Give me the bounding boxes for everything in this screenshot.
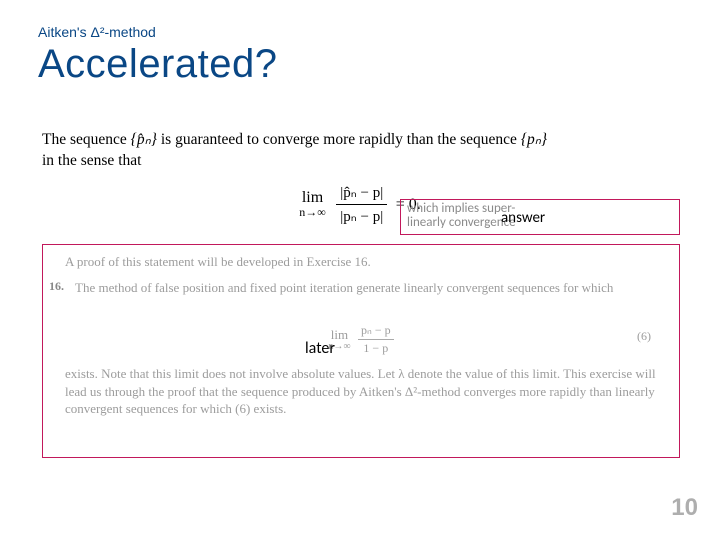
page-number: 10 <box>671 494 698 522</box>
lim-symbol: lim n→∞ <box>299 189 326 220</box>
fraction-denominator: |pₙ − p| <box>336 205 387 226</box>
seq-p: {pₙ} <box>521 131 547 148</box>
text: in the sense that <box>42 152 141 169</box>
method-subtitle: Aitken's Δ²-method <box>38 24 156 40</box>
later-label: later <box>305 339 335 358</box>
small-equation: lim n→∞ pₙ − p 1 − p <box>43 323 679 356</box>
small-fraction: pₙ − p 1 − p <box>358 323 394 356</box>
seq-phat: {p̂ₙ} <box>131 131 157 148</box>
exercise-number: 16. <box>49 279 64 294</box>
proof-line1: A proof of this statement will be develo… <box>65 253 657 271</box>
page-title: Accelerated? <box>38 42 277 87</box>
text: The sequence <box>42 131 131 148</box>
answer-callout: which implies super- linearly convergenc… <box>400 199 680 235</box>
answer-label: answer <box>501 209 545 227</box>
small-frac-den: 1 − p <box>358 340 394 356</box>
lim-sub: n→∞ <box>299 205 326 220</box>
proof-callout: A proof of this statement will be develo… <box>42 244 680 458</box>
proof-line3: exists. Note that this limit does not in… <box>65 365 657 418</box>
equation-number-6: (6) <box>637 329 651 344</box>
fraction-numerator: |p̂ₙ − p| <box>336 183 387 205</box>
proof-line2: The method of false position and fixed p… <box>75 279 657 297</box>
fraction: |p̂ₙ − p| |pₙ − p| <box>336 183 387 226</box>
intro-paragraph: The sequence {p̂ₙ} is guaranteed to conv… <box>42 130 700 172</box>
text: is guaranteed to converge more rapidly t… <box>157 131 521 148</box>
small-frac-num: pₙ − p <box>358 323 394 340</box>
